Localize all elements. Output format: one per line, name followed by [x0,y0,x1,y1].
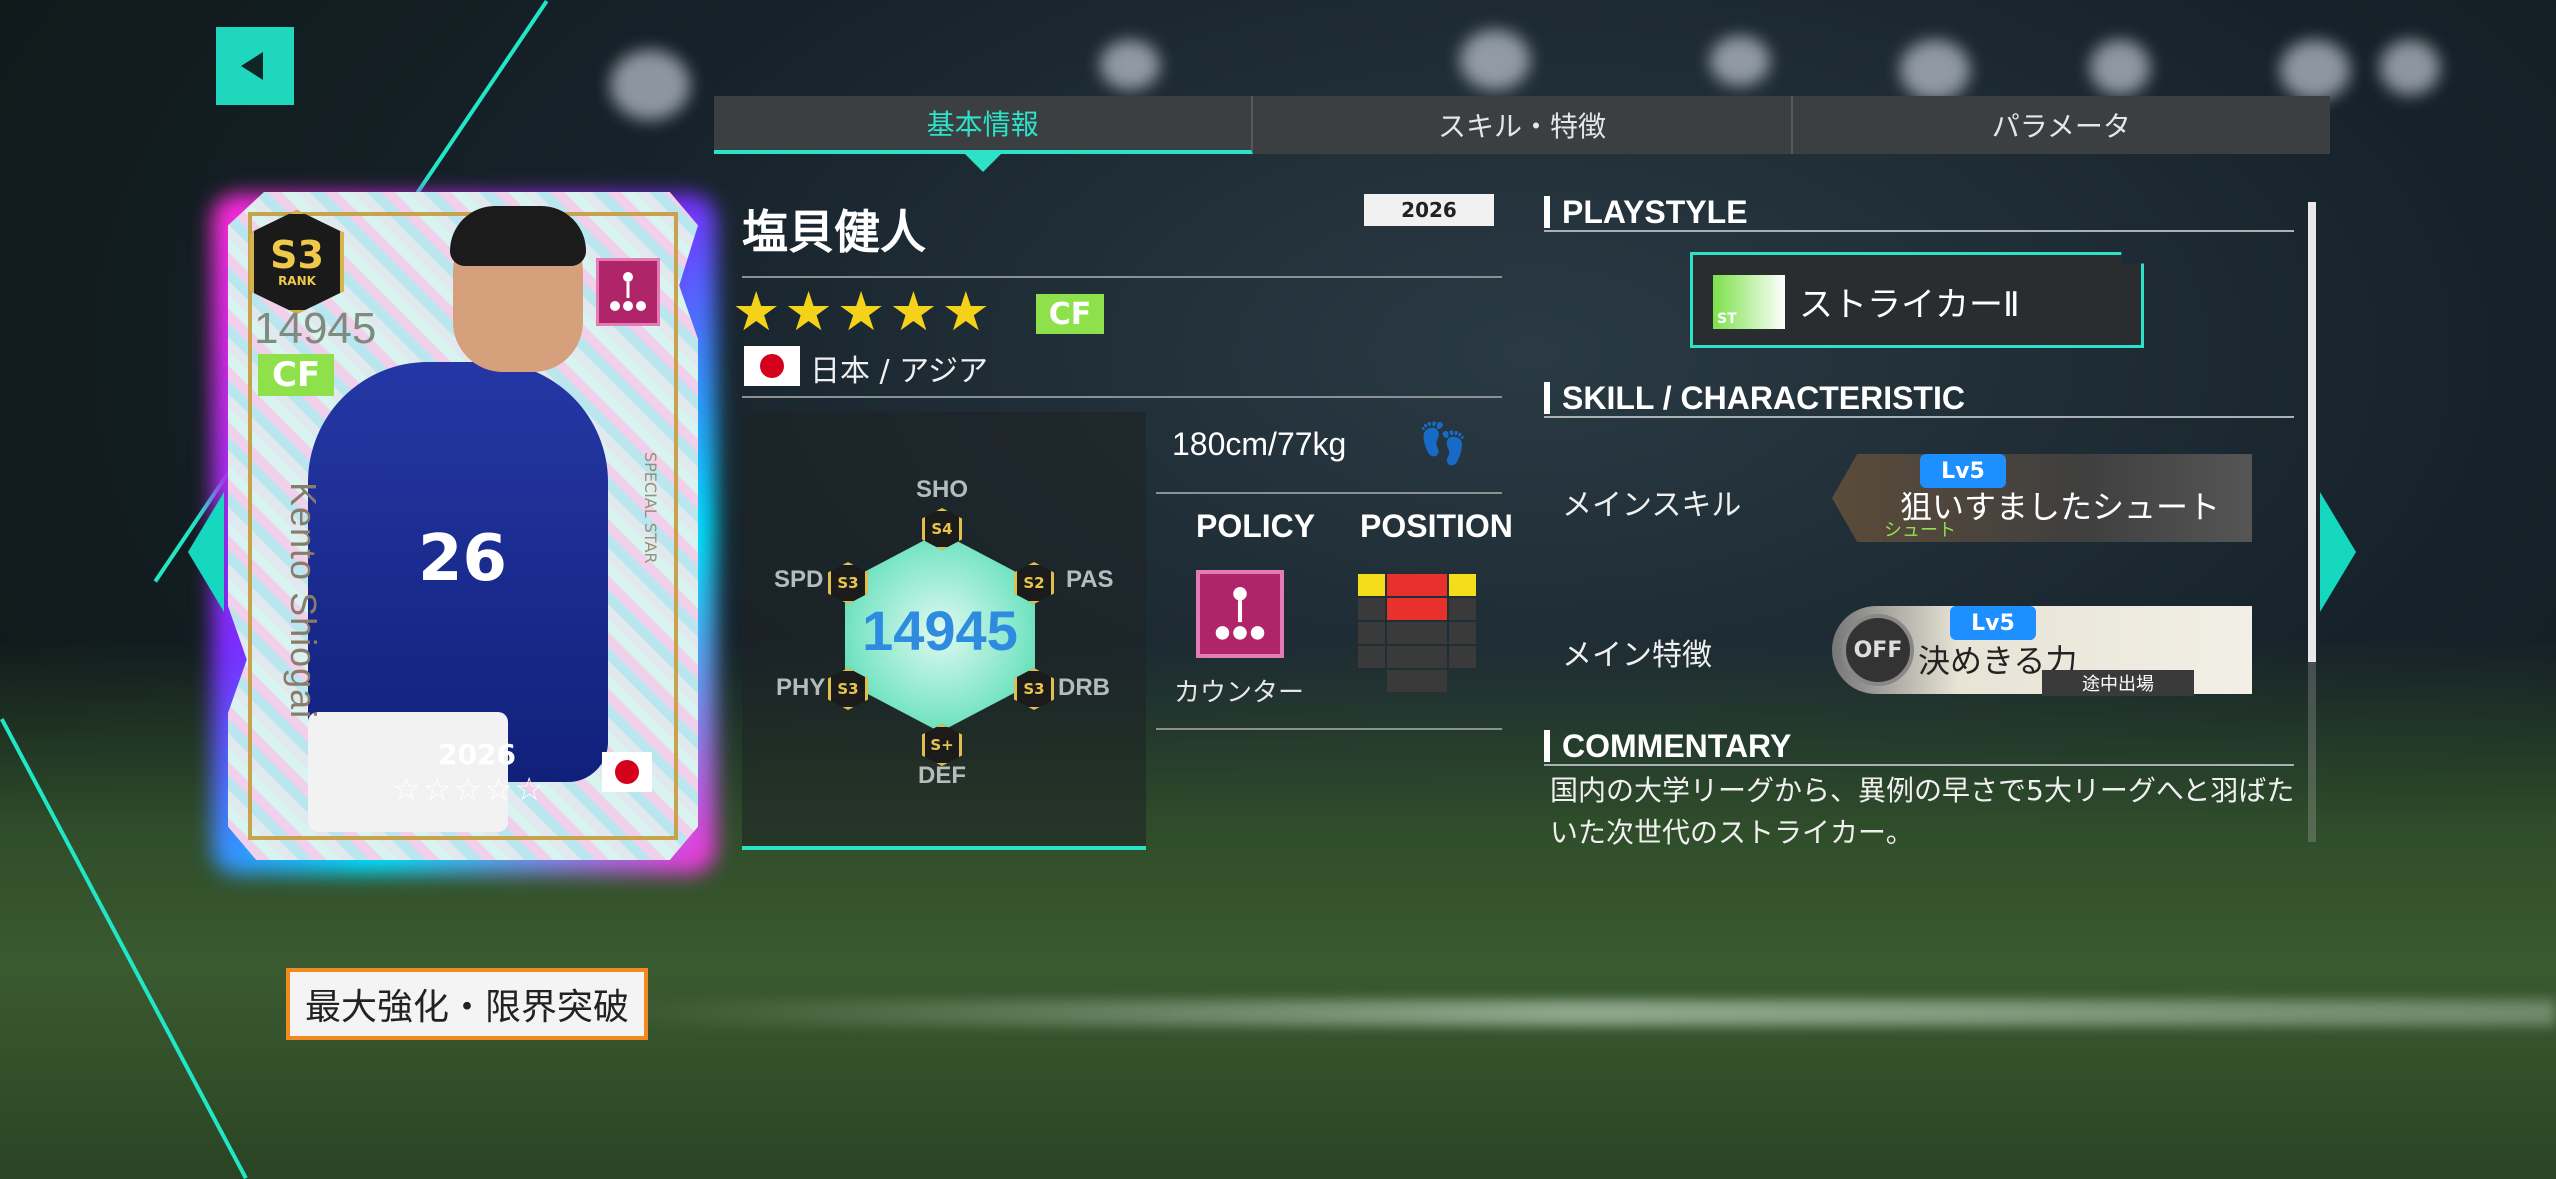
stadium-light [2090,40,2150,95]
upgrade-limit-break-button[interactable]: 最大強化・限界突破 [286,968,648,1040]
tab-skills[interactable]: スキル・特徴 [1253,96,1793,154]
divider [742,276,1502,278]
card-player-name: Kento Shiogai [283,482,324,720]
nationality: 日本 / アジア [810,354,988,389]
commentary-heading: COMMENTARY [1544,730,1791,762]
divider [1544,230,2294,232]
skill-heading: SKILL / CHARACTERISTIC [1544,382,1965,414]
striker-icon: ST [1713,275,1785,329]
counter-policy-icon [596,258,660,326]
card-year: 2026 [438,738,516,771]
tab-bar: 基本情報 スキル・特徴 パラメータ [714,96,2330,172]
divider [1544,416,2294,418]
foot-icon: 👣 [1418,421,1468,467]
jersey-number: 26 [418,522,508,596]
stat-label-pas: PAS [1066,566,1114,593]
overall-rating: 14945 [862,599,1018,662]
stadium-light [1710,36,1770,86]
japan-flag-icon [602,752,652,792]
rank-value: S3 [270,233,324,277]
back-button[interactable] [216,27,294,105]
playstyle-heading: PLAYSTYLE [1544,196,1748,228]
height-weight: 180cm/77kg [1172,426,1347,462]
playstyle-badge[interactable]: ST ストライカーⅡ [1690,252,2144,348]
position-grid-row [1358,646,1478,668]
stadium-light [1460,30,1530,90]
stat-label-phy: PHY [776,674,826,701]
position-grid [1358,574,1478,694]
japan-flag-icon [744,346,800,386]
main-skill-type: シュート [1884,520,1956,541]
counter-policy-icon [1196,570,1284,658]
main-trait-button[interactable]: OFF Lv5 決めきる力 途中出場 [1832,606,2252,696]
rank-label: RANK [278,274,316,288]
main-trait-label: メイン特徴 [1562,638,1712,673]
previous-player-arrow-icon[interactable] [188,492,224,612]
stadium-light [610,50,690,120]
card-rating: 14945 [254,304,377,353]
stat-label-drb: DRB [1058,674,1110,701]
commentary-text: 国内の大学リーグから、異例の早さで5大リーグへと羽ばたいた次世代のストライカー。 [1550,774,2295,849]
divider [1156,492,1502,494]
stadium-light [2280,40,2350,100]
position-grid-row [1358,622,1478,644]
player-card[interactable]: 26 S3 RANK 14945 CF Kento Shiogai SPECIA… [228,192,698,860]
next-player-arrow-icon[interactable] [2320,492,2356,612]
policy-label: カウンター [1174,678,1305,708]
scrollbar[interactable] [2308,202,2316,662]
card-stars: ☆☆☆☆☆ [392,770,546,808]
back-arrow-icon [241,52,263,80]
stat-label-spd: SPD [774,566,824,593]
main-skill-button[interactable]: Lv5 狙いすましたシュート シュート [1832,454,2252,542]
position-grid-row [1358,598,1478,620]
background-line [600,1000,2556,1026]
card-position-badge: CF [258,354,335,396]
tab-parameters[interactable]: パラメータ [1793,96,2330,154]
position-badge: CF [1036,294,1104,334]
stat-label-sho: SHO [916,476,969,503]
tab-basic-info[interactable]: 基本情報 [714,96,1254,172]
rarity-stars: ★★★★★ [732,280,995,343]
divider [1544,764,2294,766]
policy-heading: POLICY [1196,508,1316,544]
stadium-light [1100,40,1160,90]
main-skill-label: メインスキル [1562,488,1742,523]
main-trait-condition: 途中出場 [2042,670,2194,696]
stadium-light [1900,40,1970,100]
position-heading: POSITION [1360,508,1513,544]
stat-label-def: DEF [918,762,966,789]
position-grid-row [1358,670,1478,692]
position-grid-row [1358,574,1478,596]
stadium-light [2380,40,2440,95]
card-edition: SPECIAL STAR [641,452,660,564]
trait-level-badge: Lv5 [1950,606,2036,640]
off-badge-icon: OFF [1842,614,1914,686]
player-hair [450,206,586,266]
divider [742,396,1502,398]
year-badge: 2026 [1364,194,1494,226]
playstyle-name: ストライカーⅡ [1799,285,2020,325]
player-name: 塩貝健人 [742,205,926,259]
divider [1156,728,1502,730]
